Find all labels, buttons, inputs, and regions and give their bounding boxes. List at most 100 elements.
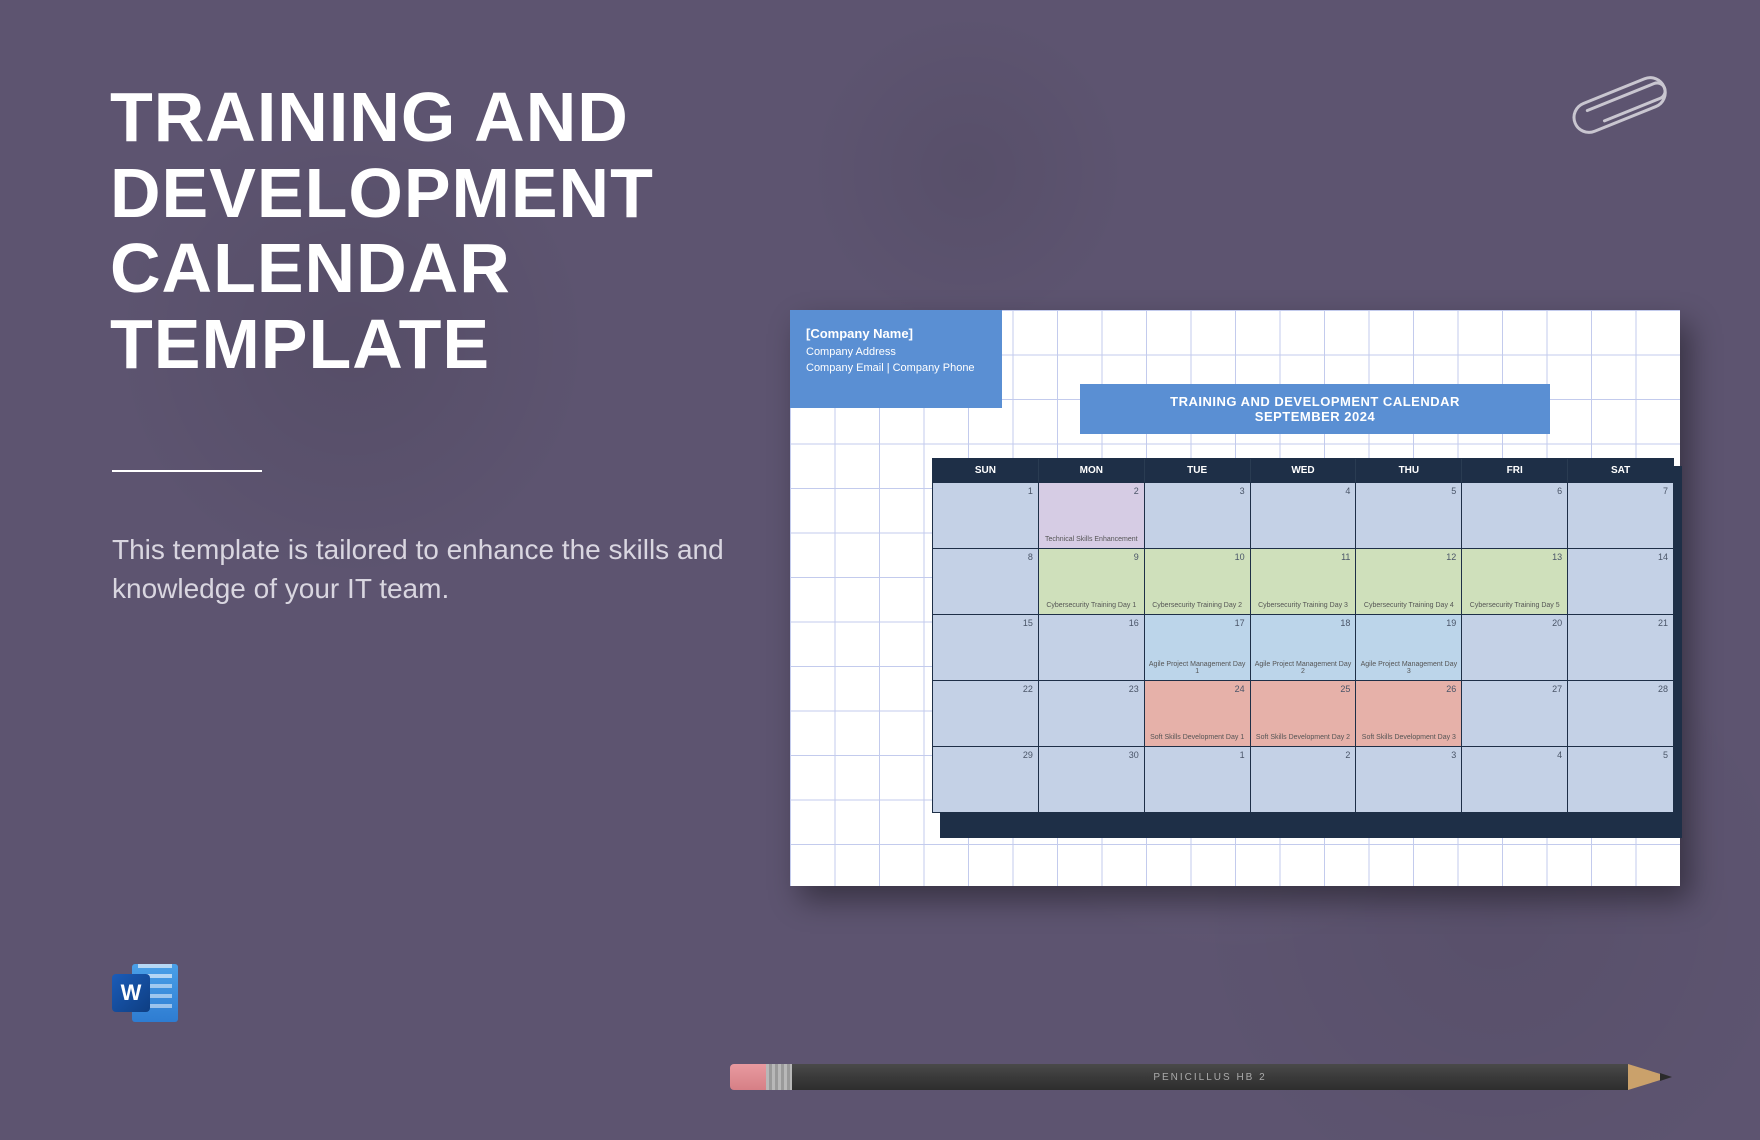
day-number: 2 [1134,486,1139,496]
calendar-cell: 15 [933,614,1039,680]
hero-subtitle: This template is tailored to enhance the… [112,530,762,608]
day-number: 13 [1552,552,1562,562]
day-number: 9 [1134,552,1139,562]
day-number: 4 [1345,486,1350,496]
word-icon-letter: W [112,974,150,1012]
calendar-cell: 17 Agile Project Management Day 1 [1145,614,1251,680]
day-number: 27 [1552,684,1562,694]
hero-title: TRAINING ANDDEVELOPMENTCALENDARTEMPLATE [110,80,654,382]
day-number: 3 [1451,750,1456,760]
calendar-cell: 2 Technical Skills Enhancement [1039,482,1145,548]
day-number: 11 [1341,552,1350,562]
day-number: 4 [1557,750,1562,760]
day-number: 23 [1129,684,1139,694]
banner-line2: SEPTEMBER 2024 [1080,409,1550,424]
company-address: Company Address [806,344,986,361]
calendar-cell: 5 [1568,746,1673,812]
calendar-cell: 3 [1145,482,1251,548]
day-number: 25 [1340,684,1350,694]
calendar-cell: 16 [1039,614,1145,680]
day-number: 24 [1235,684,1245,694]
day-number: 8 [1028,552,1033,562]
day-number: 19 [1446,618,1456,628]
day-number: 28 [1658,684,1668,694]
calendar-cell: 2 [1251,746,1357,812]
calendar-cell: 7 [1568,482,1673,548]
day-number: 17 [1235,618,1245,628]
calendar-cell: 18 Agile Project Management Day 2 [1251,614,1357,680]
event-label: Agile Project Management Day 3 [1360,661,1457,676]
day-number: 15 [1023,618,1033,628]
calendar-cell: 19 Agile Project Management Day 3 [1356,614,1462,680]
banner-line1: TRAINING AND DEVELOPMENT CALENDAR [1080,394,1550,409]
calendar-cell: 4 [1462,746,1568,812]
day-number: 12 [1446,552,1456,562]
pencil-icon: PENICILLUS HB 2 [730,1064,1670,1090]
company-block: [Company Name] Company Address Company E… [790,310,1002,408]
calendar-cell: 13 Cybersecurity Training Day 5 [1462,548,1568,614]
calendar-cell: 21 [1568,614,1673,680]
event-label: Cybersecurity Training Day 5 [1466,602,1563,610]
event-label: Agile Project Management Day 1 [1149,661,1246,676]
pencil-label: PENICILLUS HB 2 [792,1064,1628,1090]
day-header: SAT [1568,459,1673,482]
event-label: Technical Skills Enhancement [1043,536,1140,544]
day-number: 6 [1557,486,1562,496]
calendar-cell: 5 [1356,482,1462,548]
day-header: THU [1356,459,1462,482]
calendar-cell: 6 [1462,482,1568,548]
calendar-row: 15 16 17 Agile Project Management Day 1 18 Ag… [933,614,1673,680]
day-number: 1 [1240,750,1245,760]
word-icon: W [112,960,178,1026]
day-number: 7 [1663,486,1668,496]
day-number: 30 [1129,750,1139,760]
event-label: Agile Project Management Day 2 [1255,661,1352,676]
calendar-cell: 23 [1039,680,1145,746]
day-number: 3 [1240,486,1245,496]
calendar-cell: 29 [933,746,1039,812]
calendar-cell: 12 Cybersecurity Training Day 4 [1356,548,1462,614]
calendar-cell: 27 [1462,680,1568,746]
calendar-cell: 14 [1568,548,1673,614]
day-header: WED [1251,459,1357,482]
calendar-row: 1 2 Technical Skills Enhancement 3 4 5 6 7 [933,482,1673,548]
company-contact: Company Email | Company Phone [806,360,986,377]
event-label: Soft Skills Development Day 3 [1360,734,1457,742]
calendar-cell: 30 [1039,746,1145,812]
calendar-banner: TRAINING AND DEVELOPMENT CALENDAR SEPTEM… [1080,384,1550,434]
day-number: 29 [1023,750,1033,760]
calendar-row: 89Cybersecurity Training Day 110Cybersec… [933,548,1673,614]
event-label: Cybersecurity Training Day 3 [1255,602,1352,610]
day-number: 10 [1235,552,1245,562]
calendar-cell: 8 [933,548,1039,614]
calendar-cell: 11 Cybersecurity Training Day 3 [1251,548,1357,614]
day-number: 14 [1658,552,1668,562]
calendar-cell: 3 [1356,746,1462,812]
calendar-cell: 1 [933,482,1039,548]
day-number: 21 [1658,618,1668,628]
calendar-cell: 25 Soft Skills Development Day 2 [1251,680,1357,746]
calendar-cell: 24Soft Skills Development Day 1 [1145,680,1251,746]
company-name: [Company Name] [806,324,986,344]
event-label: Soft Skills Development Day 2 [1255,734,1352,742]
calendar-cell: 9Cybersecurity Training Day 1 [1039,548,1145,614]
day-number: 1 [1028,486,1033,496]
calendar-cell: 10Cybersecurity Training Day 2 [1145,548,1251,614]
day-number: 20 [1552,618,1562,628]
calendar-row: 22 23 24Soft Skills Development Day 1 25 Sof… [933,680,1673,746]
day-number: 16 [1129,618,1139,628]
divider [112,470,262,472]
paperclip-icon [1560,70,1690,140]
calendar-cell: 22 [933,680,1039,746]
calendar-cell: 28 [1568,680,1673,746]
day-number: 22 [1023,684,1033,694]
day-number: 26 [1446,684,1456,694]
event-label: Cybersecurity Training Day 4 [1360,602,1457,610]
day-number: 18 [1340,618,1350,628]
calendar: SUNMONTUEWEDTHUFRISAT 12Technical Skills… [932,458,1674,813]
day-header: FRI [1462,459,1568,482]
day-header: MON [1039,459,1145,482]
day-header: TUE [1145,459,1251,482]
day-number: 5 [1663,750,1668,760]
day-number: 5 [1451,486,1456,496]
